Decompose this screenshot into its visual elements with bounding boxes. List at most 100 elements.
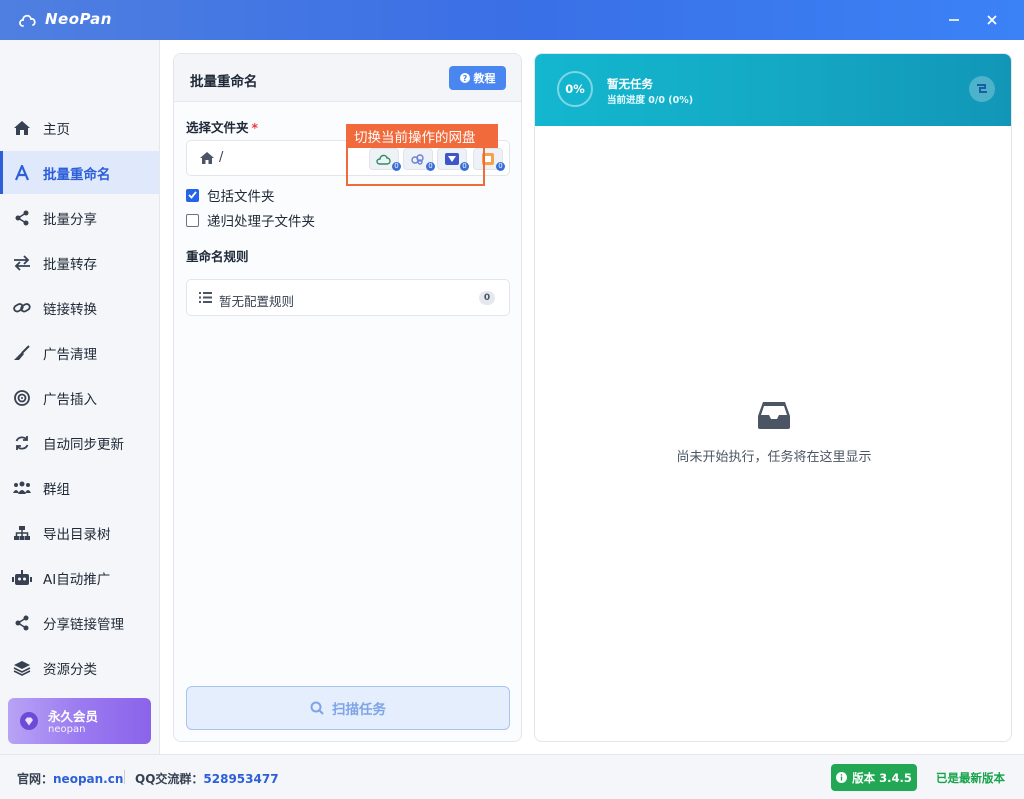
sidebar-item-label: 自动同步更新 — [43, 436, 124, 453]
footer-divider — [124, 770, 125, 784]
empty-state-text: 尚未开始执行，任务将在这里显示 — [676, 450, 872, 465]
target-icon — [12, 388, 32, 408]
sidebar-item-resource-category[interactable]: 资源分类 — [0, 646, 159, 689]
share-icon — [12, 208, 32, 228]
progress-header: 0% 暂无任务 当前进度 0/0 (0%) — [535, 54, 1011, 126]
task-history-button[interactable] — [969, 76, 995, 102]
sidebar-item-ad-clean[interactable]: 广告清理 — [0, 331, 159, 374]
progress-text: 当前进度 0/0 (0%) — [607, 95, 694, 106]
rules-list[interactable]: 暂无配置规则 0 — [186, 279, 510, 316]
task-progress-panel: 0% 暂无任务 当前进度 0/0 (0%) 尚未开始执行，任务将在这里显示 — [534, 53, 1012, 742]
home-icon — [200, 152, 214, 164]
check-icon — [188, 191, 197, 199]
sidebar-item-export-tree[interactable]: 导出目录树 — [0, 511, 159, 554]
sync-icon — [12, 433, 32, 453]
recursive-label: 递归处理子文件夹 — [207, 214, 315, 230]
sidebar-item-label: 批量分享 — [43, 211, 97, 228]
include-folders-checkbox[interactable]: 包括文件夹 — [186, 185, 275, 205]
tutorial-button[interactable]: ? 教程 — [449, 66, 506, 90]
panel-header: 批量重命名 ? 教程 — [174, 54, 521, 102]
sidebar-item-label: 链接转换 — [43, 301, 97, 318]
task-title: 暂无任务 — [607, 77, 653, 91]
required-mark: * — [251, 120, 259, 135]
inbox-icon — [758, 402, 790, 429]
list-icon — [199, 292, 212, 303]
version-label: 版本 3.4.5 — [852, 770, 912, 785]
recursive-checkbox[interactable]: 递归处理子文件夹 — [186, 210, 315, 230]
info-icon — [836, 772, 848, 783]
qq-label: QQ交流群： — [135, 772, 204, 786]
member-user: neopan — [48, 724, 86, 735]
member-card[interactable]: 永久会员 neopan — [8, 698, 151, 744]
member-title: 永久会员 — [48, 709, 99, 724]
share-icon — [12, 613, 32, 633]
sidebar-item-label: 导出目录树 — [43, 526, 111, 543]
minimize-icon — [949, 19, 959, 21]
rules-count-badge: 0 — [479, 291, 495, 305]
rules-empty-text: 暂无配置规则 — [219, 294, 295, 309]
site-info: 官网：neopan.cn — [17, 770, 123, 787]
latest-version-text: 已是最新版本 — [936, 771, 1005, 785]
sidebar-item-label: 批量重命名 — [43, 166, 111, 183]
qq-info: QQ交流群：528953477 — [135, 770, 279, 787]
qq-number[interactable]: 528953477 — [203, 772, 278, 786]
scan-label: 扫描任务 — [332, 702, 386, 718]
include-folders-label: 包括文件夹 — [207, 189, 275, 205]
sidebar-item-label: 分享链接管理 — [43, 616, 124, 633]
sidebar-item-label: 广告清理 — [43, 346, 97, 363]
sidebar-item-ad-insert[interactable]: 广告插入 — [0, 376, 159, 419]
footer-bar: 官网：neopan.cn QQ交流群：528953477 版本 3.4.5 已是… — [0, 754, 1024, 799]
site-label: 官网： — [17, 772, 54, 786]
sidebar-item-group[interactable]: 群组 — [0, 466, 159, 509]
folder-label-text: 选择文件夹 — [186, 120, 249, 135]
sidebar-item-share-manage[interactable]: 分享链接管理 — [0, 601, 159, 644]
folder-path: / — [219, 150, 224, 165]
search-icon — [310, 701, 324, 715]
sidebar-item-ai-promo[interactable]: AI自动推广 — [0, 556, 159, 599]
transfer-icon — [12, 253, 32, 273]
sidebar: 主页 批量重命名 批量分享 批量转存 链接转换 广告清理 广告插入 自动同步更新… — [0, 40, 160, 754]
checkbox-checked[interactable] — [186, 188, 199, 202]
home-icon — [12, 118, 32, 138]
sidebar-item-auto-sync[interactable]: 自动同步更新 — [0, 421, 159, 464]
sidebar-item-label: 资源分类 — [43, 661, 97, 678]
layers-icon — [12, 658, 32, 678]
robot-icon — [12, 568, 32, 588]
progress-ring: 0% — [557, 71, 593, 107]
rules-label: 重命名规则 — [186, 249, 249, 264]
history-icon — [977, 84, 987, 93]
scan-task-button[interactable]: 扫描任务 — [186, 686, 510, 730]
close-button[interactable] — [979, 8, 1005, 32]
tree-icon — [12, 523, 32, 543]
broom-icon — [12, 343, 32, 363]
group-icon — [12, 478, 32, 498]
close-icon — [987, 15, 997, 25]
cloud-logo-icon — [19, 14, 36, 27]
link-icon — [12, 298, 32, 318]
question-icon: ? — [459, 73, 470, 83]
disk-badge: 0 — [496, 162, 505, 171]
app-title: NeoPan — [45, 10, 112, 28]
letter-a-icon — [12, 163, 32, 183]
sidebar-item-label: 批量转存 — [43, 256, 97, 273]
folder-label: 选择文件夹 * — [186, 117, 258, 136]
sidebar-item-batch-transfer[interactable]: 批量转存 — [0, 241, 159, 284]
sidebar-item-link-convert[interactable]: 链接转换 — [0, 286, 159, 329]
disk-switch-tooltip: 切换当前操作的网盘 — [346, 124, 498, 148]
svg-text:?: ? — [462, 74, 467, 83]
sidebar-item-batch-share[interactable]: 批量分享 — [0, 196, 159, 239]
panel-title: 批量重命名 — [190, 74, 258, 90]
sidebar-item-label: AI自动推广 — [43, 571, 111, 588]
sidebar-item-label: 群组 — [43, 481, 70, 498]
title-bar: NeoPan — [0, 0, 1024, 40]
version-button[interactable]: 版本 3.4.5 — [831, 764, 917, 791]
minimize-button[interactable] — [941, 8, 967, 32]
sidebar-item-batch-rename[interactable]: 批量重命名 — [0, 151, 159, 194]
diamond-icon — [20, 712, 38, 730]
sidebar-item-label: 主页 — [43, 121, 70, 138]
checkbox-unchecked[interactable] — [186, 213, 199, 227]
site-link[interactable]: neopan.cn — [53, 772, 123, 786]
sidebar-item-label: 广告插入 — [43, 391, 97, 408]
sidebar-item-home[interactable]: 主页 — [0, 106, 159, 149]
tutorial-label: 教程 — [473, 72, 496, 85]
